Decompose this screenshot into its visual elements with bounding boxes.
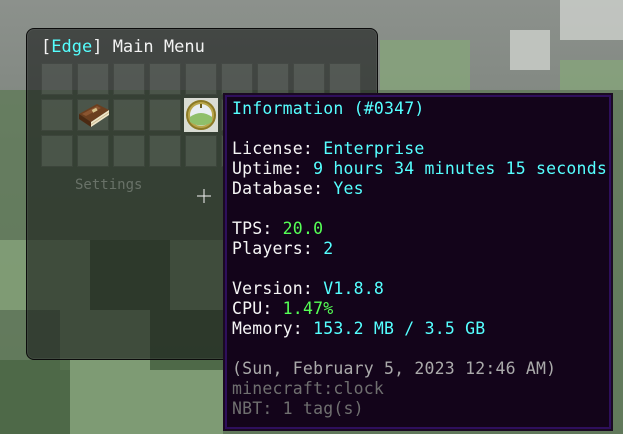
inventory-slot[interactable]: [113, 99, 145, 131]
menu-title: [Edge] Main Menu: [41, 37, 205, 57]
memory-line: Memory: 153.2 MB / 3.5 GB: [232, 319, 605, 339]
database-label: Database:: [232, 179, 334, 198]
clock-icon[interactable]: [184, 98, 218, 132]
memory-separator: /: [394, 319, 425, 338]
inventory-slot[interactable]: [293, 63, 325, 95]
inventory-slot[interactable]: [221, 63, 253, 95]
players-value: 2: [323, 239, 334, 258]
timestamp: (Sun, February 5, 2023 12:46 AM): [232, 359, 557, 378]
crosshair-icon: [197, 189, 211, 203]
inventory-slot[interactable]: [41, 63, 73, 95]
inventory-slot[interactable]: [329, 63, 361, 95]
memory-label: Memory:: [232, 319, 314, 338]
cpu-label: CPU:: [232, 299, 283, 318]
nbt-info: NBT: 1 tag(s): [232, 399, 364, 418]
version-label: Version:: [232, 279, 324, 298]
book-icon[interactable]: [77, 100, 111, 130]
inventory-slot[interactable]: [41, 99, 73, 131]
license-label: License:: [232, 139, 324, 158]
tps-line: TPS: 20.0: [232, 219, 605, 239]
title-bracket-close: ]: [92, 37, 103, 57]
inventory-slot[interactable]: [257, 63, 289, 95]
title-tag: Edge: [51, 37, 93, 57]
players-label: Players:: [232, 239, 324, 258]
license-line: License: Enterprise: [232, 139, 605, 159]
uptime-value: 9 hours 34 minutes 15 seconds: [313, 159, 607, 178]
inventory-slot[interactable]: [149, 99, 181, 131]
version-line: Version: V1.8.8: [232, 279, 605, 299]
memory-used: 153.2 MB: [313, 319, 395, 338]
version-value: V1.8.8: [323, 279, 385, 298]
database-line: Database: Yes: [232, 179, 605, 199]
inventory-slot[interactable]: [77, 135, 109, 167]
inventory-slot[interactable]: [185, 63, 217, 95]
title-text: Main Menu: [102, 37, 205, 57]
license-value: Enterprise: [323, 139, 425, 158]
tooltip-title: Information (#0347): [232, 99, 425, 118]
cpu-line: CPU: 1.47%: [232, 299, 605, 319]
inventory-slot[interactable]: [149, 63, 181, 95]
item-id: minecraft:clock: [232, 379, 385, 398]
faded-slot-label: Settings: [75, 177, 143, 193]
inventory-slot[interactable]: [185, 135, 217, 167]
item-tooltip: Information (#0347) License: Enterprise …: [223, 93, 613, 431]
inventory-slot[interactable]: [113, 63, 145, 95]
inventory-slot[interactable]: [113, 135, 145, 167]
players-line: Players: 2: [232, 239, 605, 259]
inventory-slot[interactable]: [41, 135, 73, 167]
uptime-label: Uptime:: [232, 159, 314, 178]
tps-label: TPS:: [232, 219, 283, 238]
memory-total: 3.5 GB: [424, 319, 486, 338]
tps-value: 20.0: [282, 219, 324, 238]
database-value: Yes: [333, 179, 364, 198]
cpu-value: 1.47%: [282, 299, 334, 318]
uptime-line: Uptime: 9 hours 34 minutes 15 seconds: [232, 159, 607, 179]
inventory-slot[interactable]: [77, 63, 109, 95]
inventory-slot[interactable]: [149, 135, 181, 167]
title-bracket-open: [: [41, 37, 52, 57]
